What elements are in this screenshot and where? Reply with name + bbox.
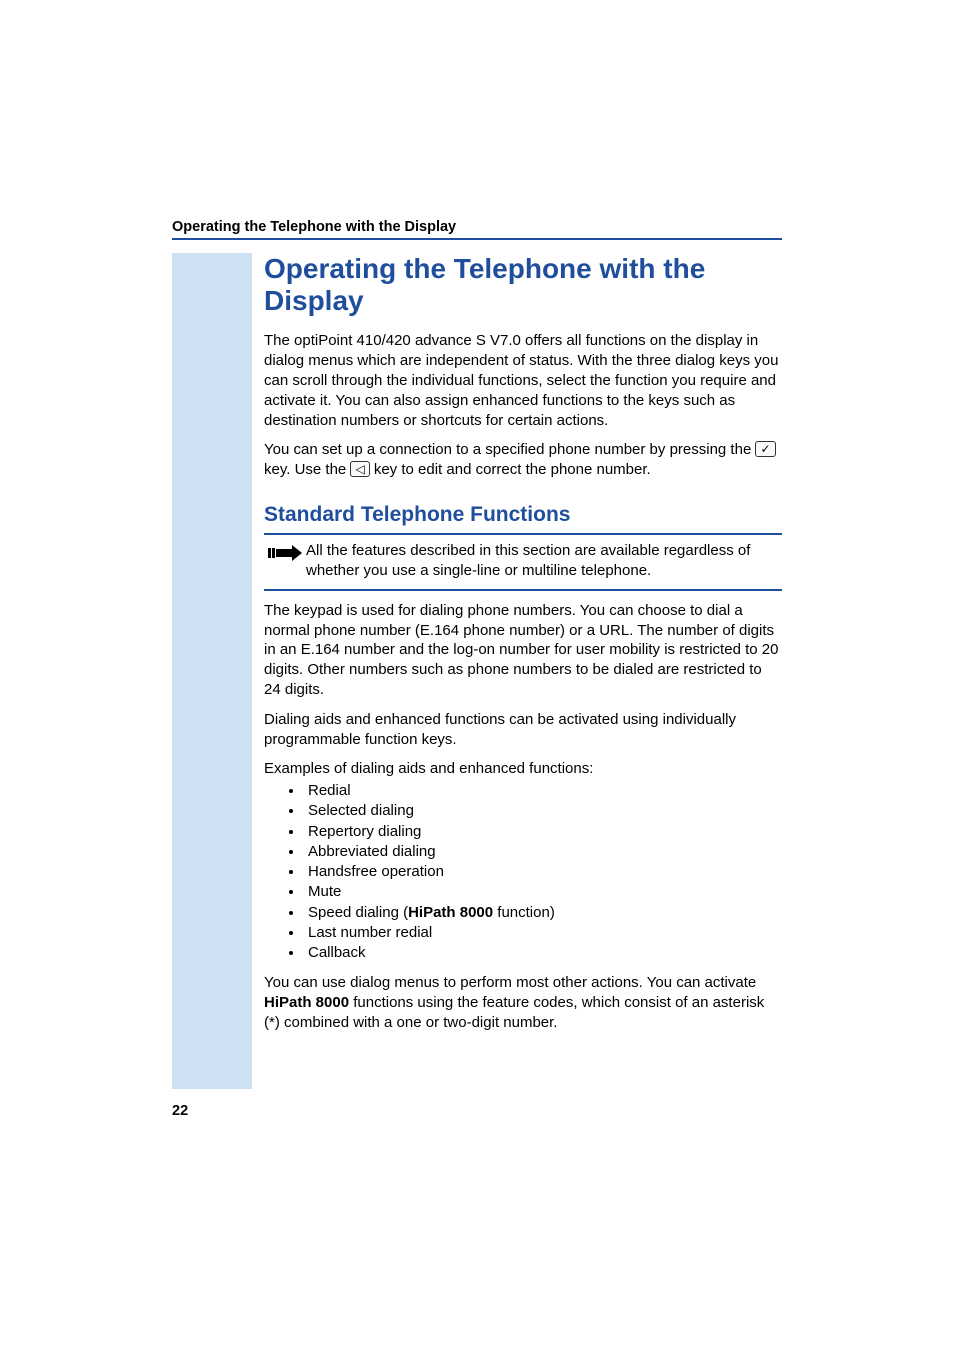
list-item: Mute — [304, 882, 782, 902]
examples-intro: Examples of dialing aids and enhanced fu… — [264, 759, 782, 779]
keypad-paragraph: The keypad is used for dialing phone num… — [264, 601, 782, 700]
running-header: Operating the Telephone with the Display — [172, 219, 782, 235]
list-item: Redial — [304, 781, 782, 801]
intro-paragraph: The optiPoint 410/420 advance S V7.0 off… — [264, 331, 782, 430]
closing-bold: HiPath 8000 — [264, 994, 349, 1011]
note-text: All the features described in this secti… — [306, 541, 782, 581]
list-item: Last number redial — [304, 923, 782, 943]
closing-text-a: You can use dialog menus to perform most… — [264, 974, 756, 991]
setup-connection-paragraph: You can set up a connection to a specifi… — [264, 440, 782, 480]
list-item: Speed dialing (HiPath 8000 function) — [304, 903, 782, 923]
note-block: All the features described in this secti… — [264, 533, 782, 591]
back-key-icon: ◁ — [350, 461, 369, 477]
setup-text-b: key. Use the — [264, 461, 350, 478]
list-item-pre: Speed dialing ( — [308, 904, 408, 921]
heading-2: Standard Telephone Functions — [264, 502, 782, 527]
setup-text-c: key to edit and correct the phone number… — [370, 461, 651, 478]
closing-paragraph: You can use dialog menus to perform most… — [264, 973, 782, 1032]
list-item: Repertory dialing — [304, 822, 782, 842]
heading-1: Operating the Telephone with the Display — [264, 253, 782, 317]
left-margin-bar — [172, 253, 252, 1089]
note-arrow-icon — [264, 541, 306, 563]
list-item: Selected dialing — [304, 801, 782, 821]
list-item: Abbreviated dialing — [304, 842, 782, 862]
header-rule — [172, 238, 782, 240]
page-number: 22 — [172, 1103, 188, 1119]
ok-key-icon: ✓ — [755, 441, 775, 457]
list-item-bold: HiPath 8000 — [408, 904, 493, 921]
dialing-aids-paragraph: Dialing aids and enhanced functions can … — [264, 710, 782, 750]
list-item: Callback — [304, 943, 782, 963]
setup-text-a: You can set up a connection to a specifi… — [264, 441, 755, 458]
list-item: Handsfree operation — [304, 862, 782, 882]
examples-list: Redial Selected dialing Repertory dialin… — [264, 781, 782, 963]
list-item-post: function) — [493, 904, 555, 921]
